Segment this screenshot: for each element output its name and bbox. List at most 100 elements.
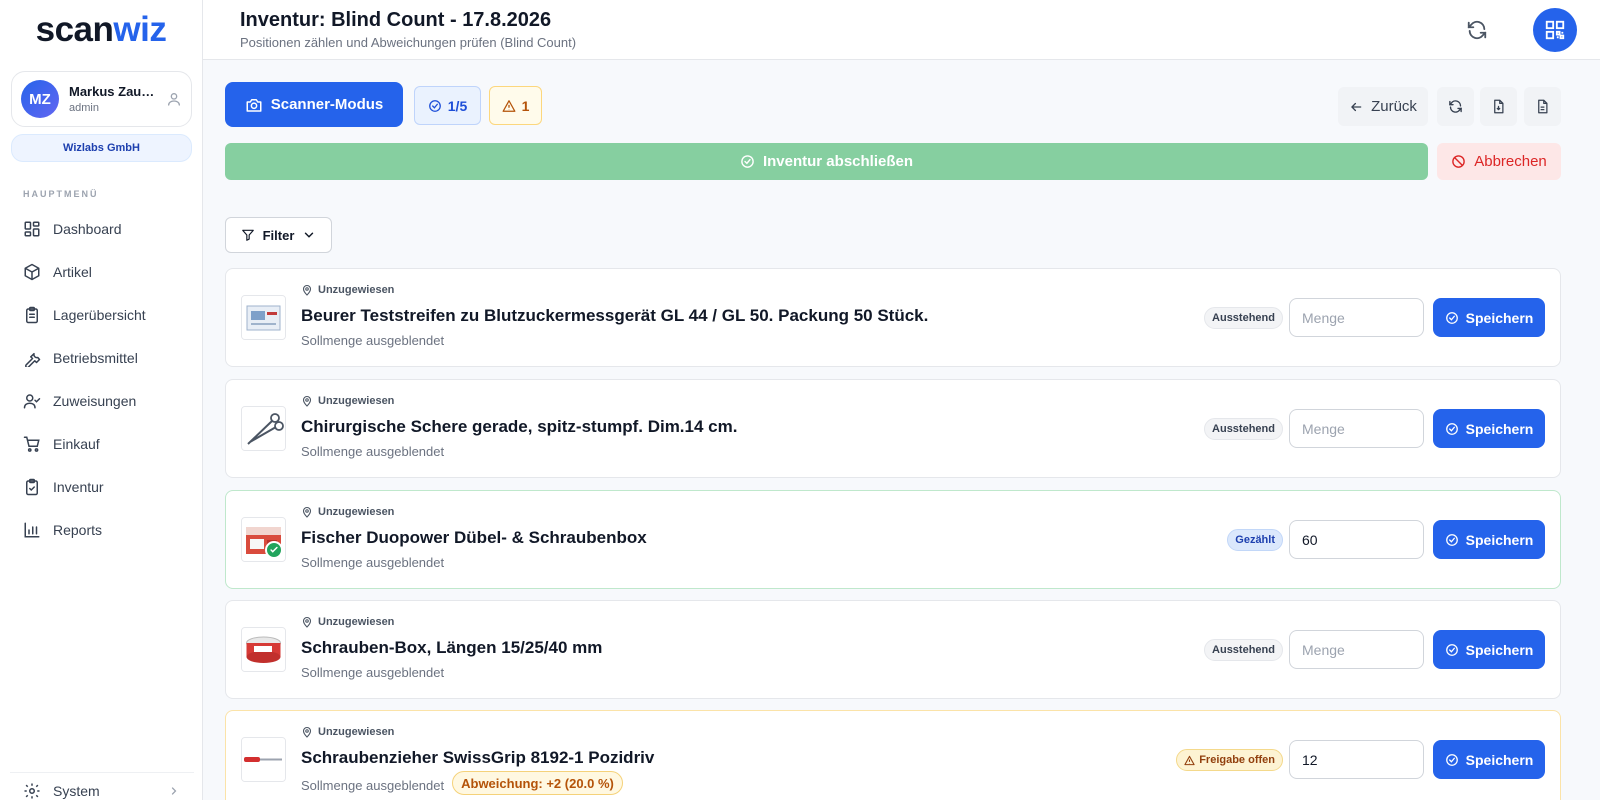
sidebar-item-label: Lagerübersicht — [53, 306, 146, 323]
sidebar-item-betriebsmittel[interactable]: Betriebsmittel — [10, 336, 194, 379]
qr-code-icon — [1545, 20, 1565, 40]
map-pin-icon — [302, 726, 312, 738]
status-badge: Ausstehend — [1204, 639, 1283, 661]
item-name: Schrauben-Box, Längen 15/25/40 mm — [301, 638, 603, 657]
location-text: Unzugewiesen — [318, 726, 395, 738]
main-nav: Dashboard Artikel Lagerübersicht Betrieb… — [10, 207, 194, 551]
item-subtitle: Sollmenge ausgeblendet — [301, 665, 444, 680]
inventory-item: Unzugewiesen Fischer Duopower Dübel- & S… — [225, 490, 1561, 589]
sidebar-item-artikel[interactable]: Artikel — [10, 250, 194, 293]
save-button[interactable]: Speichern — [1433, 520, 1545, 559]
product-image — [241, 295, 286, 340]
company-badge[interactable]: Wizlabs GmbH — [11, 134, 192, 162]
sidebar-item-label: Betriebsmittel — [53, 349, 138, 366]
location-label: Unzugewiesen — [301, 284, 394, 296]
location-text: Unzugewiesen — [318, 284, 395, 296]
save-button[interactable]: Speichern — [1433, 630, 1545, 669]
save-button[interactable]: Speichern — [1433, 740, 1545, 779]
item-name: Fischer Duopower Dübel- & Schraubenbox — [301, 528, 647, 547]
check-circle-icon — [1445, 753, 1458, 766]
quantity-input[interactable] — [1289, 409, 1424, 448]
qr-scan-button[interactable] — [1533, 8, 1577, 52]
status-badge: Freigabe offen — [1176, 749, 1283, 771]
user-icon[interactable] — [166, 91, 182, 107]
finish-inventory-button[interactable]: Inventur abschließen — [225, 143, 1428, 180]
sidebar-item-zuweisungen[interactable]: Zuweisungen — [10, 379, 194, 422]
clipboard-check-icon — [26, 478, 38, 495]
back-label: Zurück — [1371, 98, 1417, 115]
reload-button[interactable] — [1437, 87, 1474, 126]
map-pin-icon — [302, 284, 312, 296]
progress-value: 1/5 — [447, 97, 468, 114]
dashboard-icon — [24, 221, 40, 236]
sidebar-item-system[interactable]: System — [10, 772, 194, 800]
target-quantity-hidden: Sollmenge ausgeblendet — [301, 777, 445, 793]
location-text: Unzugewiesen — [318, 616, 395, 628]
export-button[interactable] — [1480, 87, 1517, 126]
sidebar: scan wiz MZ Markus Zau… admin Wizlabs Gmb… — [0, 0, 203, 800]
inventory-item: Unzugewiesen Beurer Teststreifen zu Blut… — [225, 268, 1561, 367]
location-text: Unzugewiesen — [318, 506, 395, 518]
user-card[interactable]: MZ Markus Zau… admin — [11, 71, 192, 127]
cancel-label: Abbrechen — [1474, 153, 1547, 170]
sidebar-item-lageruebersicht[interactable]: Lagerübersicht — [10, 293, 194, 336]
filter-button[interactable]: Filter — [225, 217, 332, 253]
refresh-icon[interactable] — [1466, 19, 1488, 41]
avatar: MZ — [21, 80, 59, 118]
sidebar-item-einkauf[interactable]: Einkauf — [10, 422, 194, 465]
gear-icon — [24, 783, 40, 798]
inventory-item: Unzugewiesen Chirurgische Schere gerade,… — [225, 379, 1561, 478]
deviation-badge: Abweichung: +2 (20.0 %) — [452, 771, 623, 795]
item-subtitle: Sollmenge ausgeblendet — [301, 444, 444, 459]
save-label: Speichern — [1465, 531, 1534, 548]
sidebar-item-label: System — [53, 782, 100, 799]
status-badge: Ausstehend — [1204, 418, 1283, 440]
sidebar-item-label: Einkauf — [53, 435, 100, 452]
sidebar-item-dashboard[interactable]: Dashboard — [10, 207, 194, 250]
save-button[interactable]: Speichern — [1433, 409, 1545, 448]
check-circle-icon — [1445, 422, 1458, 435]
location-label: Unzugewiesen — [301, 506, 394, 518]
page-title: Inventur: Blind Count - 17.8.2026 — [240, 9, 552, 31]
quantity-input[interactable] — [1289, 520, 1424, 559]
counted-check-icon — [265, 541, 283, 559]
target-quantity-hidden: Sollmenge ausgeblendet — [301, 665, 445, 680]
sidebar-item-inventur[interactable]: Inventur — [10, 465, 194, 508]
scanner-mode-label: Scanner-Modus — [270, 96, 384, 113]
inventory-item: Unzugewiesen Schrauben-Box, Längen 15/25… — [225, 600, 1561, 699]
sidebar-item-label: Dashboard — [53, 220, 122, 237]
ban-icon — [1452, 155, 1466, 168]
status-badge: Ausstehend — [1204, 307, 1283, 329]
finish-label: Inventur abschließen — [762, 153, 914, 170]
status-text: Freigabe offen — [1199, 754, 1275, 766]
bar-chart-icon — [24, 522, 40, 537]
filter-label: Filter — [262, 227, 295, 243]
sidebar-item-reports[interactable]: Reports — [10, 508, 194, 551]
item-subtitle: Sollmenge ausgeblendet — [301, 555, 444, 570]
check-circle-icon — [1445, 311, 1458, 324]
item-subtitle: Sollmenge ausgeblendet Abweichung: +2 (2… — [301, 771, 623, 795]
chevron-right-icon — [171, 786, 177, 795]
back-button[interactable]: Zurück — [1338, 87, 1428, 126]
user-role: admin — [69, 102, 99, 114]
document-button[interactable] — [1524, 87, 1561, 126]
quantity-input[interactable] — [1289, 298, 1424, 337]
cancel-button[interactable]: Abbrechen — [1437, 143, 1561, 180]
location-label: Unzugewiesen — [301, 726, 394, 738]
quantity-input[interactable] — [1289, 630, 1424, 669]
map-pin-icon — [302, 616, 312, 628]
user-name: Markus Zau… — [69, 84, 155, 99]
location-label: Unzugewiesen — [301, 395, 394, 407]
save-button[interactable]: Speichern — [1433, 298, 1545, 337]
refresh-icon — [1449, 100, 1462, 113]
app-logo[interactable]: scan wiz — [0, 0, 202, 60]
scanner-mode-button[interactable]: Scanner-Modus — [225, 82, 403, 127]
target-quantity-hidden: Sollmenge ausgeblendet — [301, 555, 445, 570]
camera-icon — [246, 98, 262, 112]
quantity-input[interactable] — [1289, 740, 1424, 779]
logo-text-wiz: wiz — [113, 10, 167, 49]
filter-icon — [241, 229, 254, 241]
warning-icon — [1184, 755, 1195, 765]
product-image — [241, 406, 286, 451]
location-text: Unzugewiesen — [318, 395, 395, 407]
